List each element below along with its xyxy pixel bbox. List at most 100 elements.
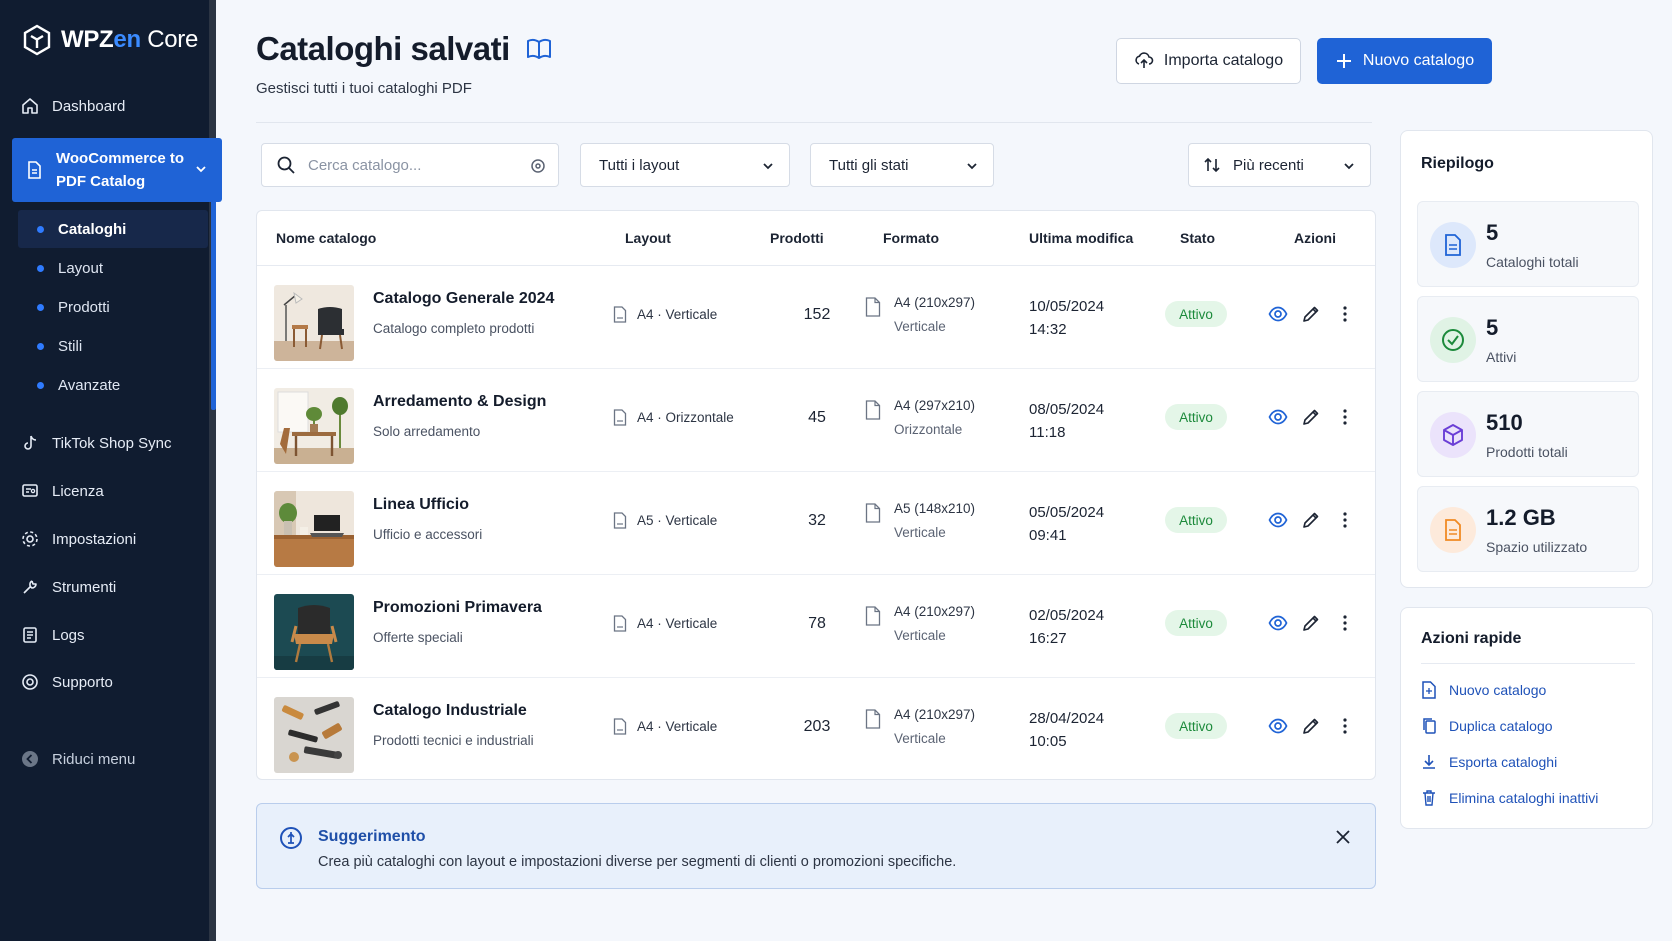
more-vertical-icon[interactable]	[1335, 510, 1355, 530]
sidebar-item-tiktok[interactable]: TikTok Shop Sync	[20, 430, 172, 456]
import-catalog-button[interactable]: Importa catalogo	[1116, 38, 1301, 84]
sidebar-item-dashboard[interactable]: Dashboard	[20, 93, 125, 119]
table-row[interactable]: Linea Ufficio Ufficio e accessori A5 · V…	[257, 472, 1375, 575]
sidebar-subitem-stili[interactable]: Stili	[18, 327, 208, 365]
eye-icon[interactable]	[1268, 304, 1288, 324]
status-filter-value: Tutti gli stati	[829, 156, 909, 174]
sidebar-subitem-layout[interactable]: Layout	[18, 249, 208, 287]
catalog-name[interactable]: Catalogo Industriale	[373, 702, 527, 720]
sidebar-subitem-avanzate[interactable]: Avanzate	[18, 366, 208, 404]
eye-icon[interactable]	[1268, 407, 1288, 427]
catalog-layout: A4 · Orizzontale	[613, 409, 734, 426]
modified-date: 05/05/2024	[1029, 504, 1105, 521]
product-count: 32	[808, 512, 826, 529]
stat-space-used: 1.2 GB Spazio utilizzato	[1417, 486, 1639, 572]
sidebar-item-strumenti[interactable]: Strumenti	[20, 574, 116, 600]
more-vertical-icon[interactable]	[1335, 407, 1355, 427]
status-badge: Attivo	[1165, 301, 1227, 327]
quick-new-catalog-link[interactable]: Nuovo catalogo	[1421, 681, 1546, 699]
chevron-down-icon	[763, 163, 773, 170]
eye-icon[interactable]	[1268, 716, 1288, 736]
quick-actions-divider	[1421, 663, 1635, 664]
page-title: Cataloghi salvati	[256, 30, 552, 68]
tiktok-icon	[24, 435, 37, 450]
table-row[interactable]: Catalogo Generale 2024 Catalogo completo…	[257, 266, 1375, 369]
catalog-name[interactable]: Promozioni Primavera	[373, 599, 542, 617]
pencil-icon[interactable]	[1301, 716, 1321, 736]
scan-icon[interactable]	[530, 158, 546, 174]
more-vertical-icon[interactable]	[1335, 613, 1355, 633]
column-header[interactable]: Stato	[1180, 230, 1215, 246]
column-header[interactable]: Layout	[625, 230, 671, 246]
sidebar-subitem-label: Avanzate	[58, 376, 121, 394]
tip-title: Suggerimento	[318, 828, 426, 845]
upload-icon	[1135, 52, 1154, 68]
stat-label: Prodotti totali	[1486, 444, 1568, 460]
sidebar-item-licenza[interactable]: Licenza	[20, 478, 104, 504]
search-input[interactable]: Cerca catalogo...	[261, 143, 559, 187]
table-row[interactable]: Promozioni Primavera Offerte speciali A4…	[257, 575, 1375, 678]
modified-date: 02/05/2024	[1029, 607, 1105, 624]
status-filter-select[interactable]: Tutti gli stati	[810, 143, 994, 187]
stat-label: Cataloghi totali	[1486, 254, 1579, 270]
status-badge: Attivo	[1165, 404, 1227, 430]
eye-icon[interactable]	[1268, 510, 1288, 530]
pencil-icon[interactable]	[1301, 304, 1321, 324]
file-icon	[1430, 507, 1476, 553]
more-vertical-icon[interactable]	[1335, 716, 1355, 736]
eye-icon[interactable]	[1268, 613, 1288, 633]
sidebar-item-logs[interactable]: Logs	[20, 622, 85, 648]
sidebar-item-label: Strumenti	[52, 578, 117, 596]
catalog-name[interactable]: Arredamento & Design	[373, 393, 546, 411]
format-orientation: Verticale	[894, 319, 946, 334]
column-header: Azioni	[1294, 230, 1336, 246]
catalog-description: Prodotti tecnici e industriali	[373, 733, 534, 748]
format-size: A4 (210x297)	[894, 604, 976, 619]
format-orientation: Verticale	[894, 628, 946, 643]
product-count: 78	[808, 615, 826, 632]
sidebar-item-impostazioni[interactable]: Impostazioni	[20, 526, 136, 552]
catalog-description: Catalogo completo prodotti	[373, 321, 535, 336]
modified-time: 16:27	[1029, 630, 1067, 647]
sidebar-subitem-prodotti[interactable]: Prodotti	[18, 288, 208, 326]
catalog-name[interactable]: Catalogo Generale 2024	[373, 290, 554, 308]
download-icon	[1423, 755, 1435, 769]
sidebar-item-woocommerce-pdf[interactable]: WooCommerce to PDF Catalog	[12, 138, 222, 202]
brand-logo[interactable]: WPZen Core	[22, 24, 198, 56]
document-icon	[28, 161, 41, 179]
column-header[interactable]: Formato	[883, 230, 939, 246]
catalog-thumbnail	[274, 285, 354, 361]
format-size: A5 (148x210)	[894, 501, 976, 516]
chevron-down-icon	[196, 166, 206, 173]
layout-filter-select[interactable]: Tutti i layout	[580, 143, 790, 187]
sidebar-item-label: Supporto	[52, 673, 113, 691]
support-icon	[22, 674, 38, 690]
product-count: 203	[803, 718, 831, 735]
more-vertical-icon[interactable]	[1335, 304, 1355, 324]
quick-duplicate-link[interactable]: Duplica catalogo	[1421, 717, 1553, 735]
sidebar-item-supporto[interactable]: Supporto	[20, 669, 113, 695]
quick-delete-inactive-link[interactable]: Elimina cataloghi inattivi	[1421, 789, 1598, 807]
bullet-icon	[37, 382, 44, 389]
column-header[interactable]: Nome catalogo	[276, 230, 376, 246]
pencil-icon[interactable]	[1301, 407, 1321, 427]
sort-select[interactable]: Più recenti	[1188, 143, 1371, 187]
quick-export-link[interactable]: Esporta cataloghi	[1421, 753, 1557, 771]
lightbulb-icon	[280, 827, 302, 849]
trash-icon	[1423, 790, 1435, 806]
modified-time: 14:32	[1029, 321, 1067, 338]
column-header[interactable]: Ultima modifica	[1029, 230, 1133, 246]
wrench-icon	[23, 580, 37, 594]
catalog-name[interactable]: Linea Ufficio	[373, 496, 469, 514]
sidebar-subitem-cataloghi[interactable]: Cataloghi	[18, 210, 208, 248]
table-row[interactable]: Catalogo Industriale Prodotti tecnici e …	[257, 678, 1375, 779]
column-header[interactable]: Prodotti	[770, 230, 824, 246]
sidebar-subitem-label: Prodotti	[58, 298, 110, 316]
new-catalog-button[interactable]: Nuovo catalogo	[1317, 38, 1492, 84]
pencil-icon[interactable]	[1301, 510, 1321, 530]
close-icon[interactable]	[1335, 829, 1351, 845]
pencil-icon[interactable]	[1301, 613, 1321, 633]
table-row[interactable]: Arredamento & Design Solo arredamento A4…	[257, 369, 1375, 472]
collapse-menu-button[interactable]: Riduci menu	[20, 746, 135, 772]
sidebar-scrollbar[interactable]	[211, 150, 216, 410]
